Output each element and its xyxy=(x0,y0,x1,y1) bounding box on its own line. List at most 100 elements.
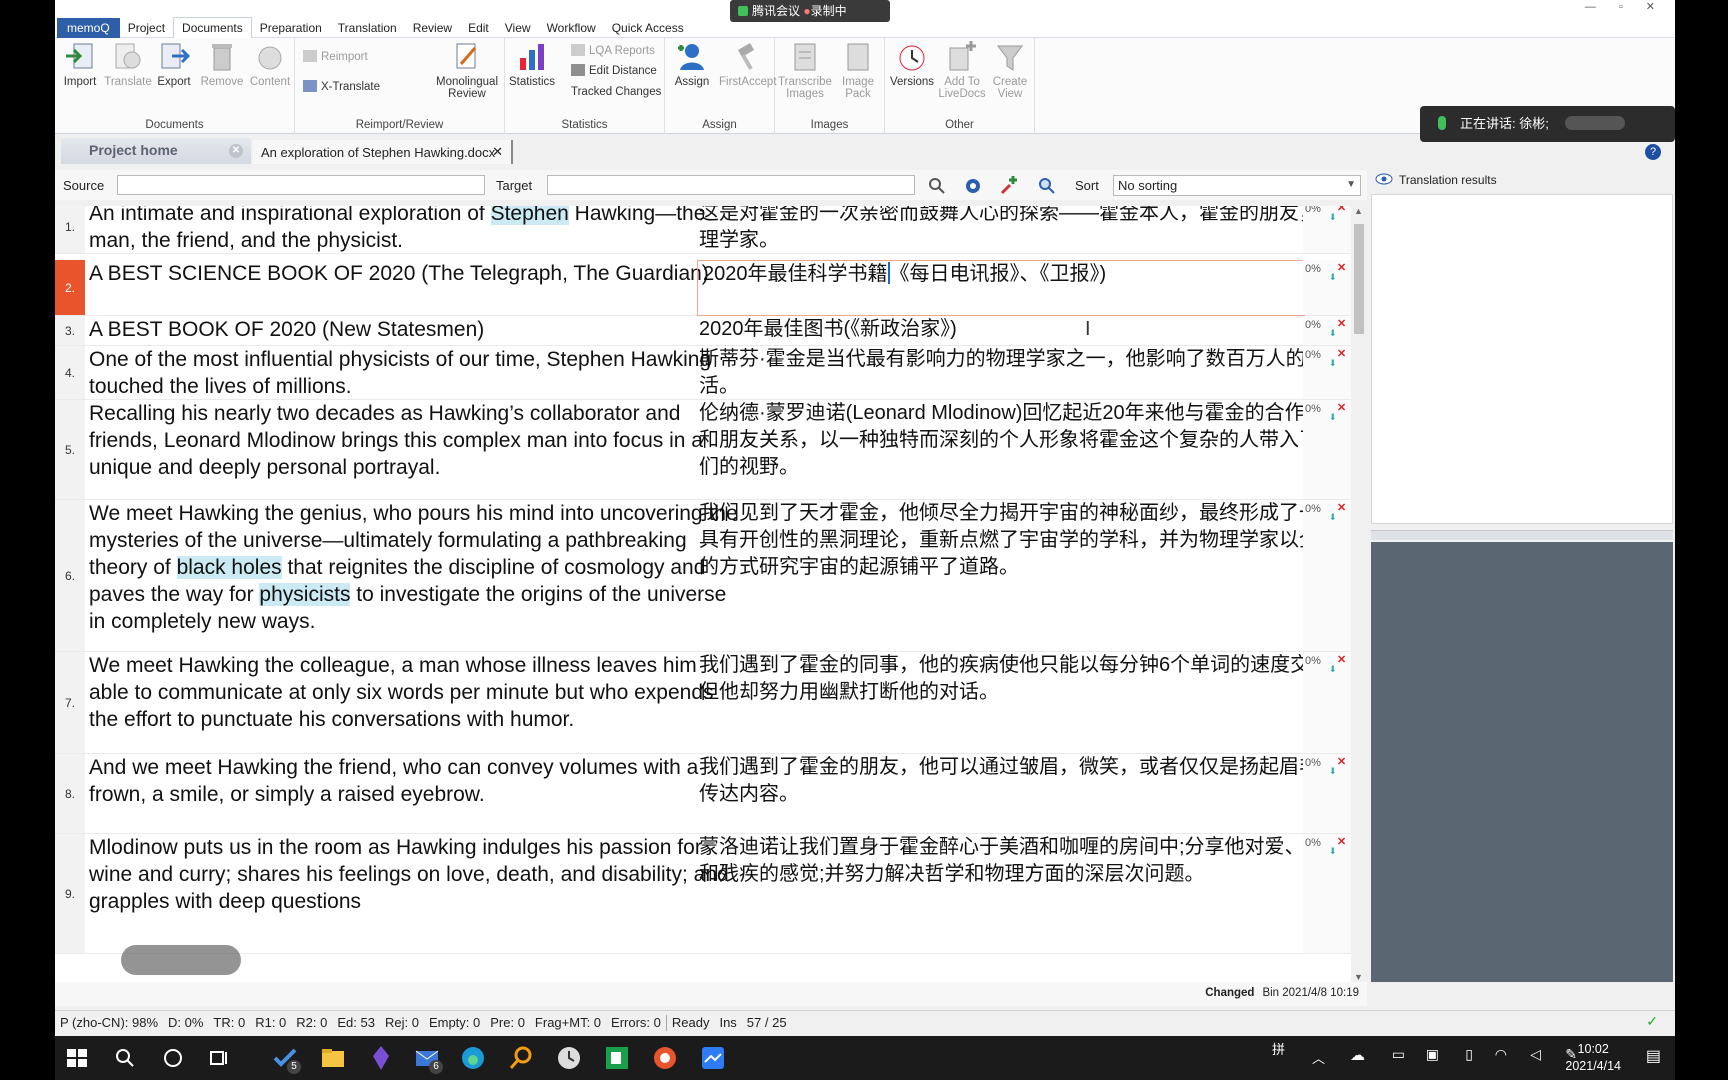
floating-toolbar[interactable] xyxy=(121,945,241,975)
gear-icon[interactable] xyxy=(963,176,983,196)
create-view-button[interactable]: Create View xyxy=(985,40,1035,100)
volume-icon[interactable]: ◁ xyxy=(1530,1046,1541,1063)
menu-edit[interactable]: Edit xyxy=(460,18,497,38)
menu-translation[interactable]: Translation xyxy=(330,18,405,38)
segment-row[interactable]: 4. One of the most influential physicists… xyxy=(55,346,1351,400)
segment-number[interactable]: 9. xyxy=(55,834,85,953)
firstaccept-button[interactable]: FirstAccept xyxy=(719,40,777,88)
notification-icon[interactable]: ▤ xyxy=(1646,1046,1661,1066)
source-text[interactable]: Recalling his nearly two decades as Hawk… xyxy=(89,400,739,481)
segment-number[interactable]: 3. xyxy=(55,316,85,345)
remove-button[interactable]: Remove xyxy=(197,40,247,88)
segment-status[interactable]: 0% ✕ ⬇ xyxy=(1303,500,1351,651)
segment-status[interactable]: 0% ✕ ⬇ xyxy=(1303,316,1351,345)
security-icon[interactable]: ▣ xyxy=(1426,1046,1439,1063)
translation-results-list[interactable] xyxy=(1371,194,1673,524)
target-editor[interactable]: 2020年最佳科学书籍 《每日电讯报》、《卫报》) xyxy=(697,260,1305,316)
menu-documents[interactable]: Documents xyxy=(173,17,252,38)
term-highlight[interactable]: black holes xyxy=(176,556,282,579)
translate-button[interactable]: Translate xyxy=(103,40,153,88)
display-icon[interactable]: ▭ xyxy=(1392,1046,1405,1063)
target-filter-input[interactable] xyxy=(547,175,915,195)
segment-row[interactable]: 8. And we meet Hawking the friend, who ca… xyxy=(55,754,1351,834)
segment-status[interactable]: 0% ✕ ⬇ xyxy=(1303,652,1351,753)
term-highlight[interactable]: physicists xyxy=(259,583,351,606)
pane-splitter[interactable] xyxy=(1371,530,1673,540)
close-icon[interactable]: ✕ xyxy=(492,144,503,160)
ime-icon[interactable]: 拼 xyxy=(1272,1039,1285,1058)
scroll-up-icon[interactable]: ▲ xyxy=(1354,206,1363,216)
memoq-taskbar-icon[interactable] xyxy=(603,1044,631,1072)
transcribe-images-button[interactable]: Transcribe Images xyxy=(777,40,833,100)
import-button[interactable]: Import xyxy=(55,40,105,88)
file-explorer-icon[interactable] xyxy=(319,1044,347,1072)
eye-icon[interactable] xyxy=(1375,173,1393,185)
record-app-icon[interactable] xyxy=(651,1044,679,1072)
clock-app-icon[interactable] xyxy=(555,1044,583,1072)
search-icon[interactable] xyxy=(111,1044,139,1072)
cloud-icon[interactable]: ☁ xyxy=(1350,1046,1365,1064)
edge-icon[interactable] xyxy=(459,1044,487,1072)
cortana-icon[interactable] xyxy=(159,1044,187,1072)
segment-row[interactable]: 7. We meet Hawking the colleague, a man w… xyxy=(55,652,1351,754)
segment-number[interactable]: 5. xyxy=(55,400,85,499)
menu-preparation[interactable]: Preparation xyxy=(252,18,330,38)
segment-row[interactable]: 1. An intimate and inspirational explorat… xyxy=(55,206,1351,254)
menu-project[interactable]: Project xyxy=(120,18,173,38)
target-text[interactable]: 伦纳德·蒙罗迪诺(Leonard Mlodinow)回忆起近20年来他与霍金的合… xyxy=(697,400,1357,481)
target-text[interactable]: 斯蒂芬·霍金是当代最有影响力的物理学家之一，他影响了数百万人的生活。 xyxy=(697,346,1357,400)
menu-view[interactable]: View xyxy=(497,18,539,38)
reimport-button[interactable]: Reimport xyxy=(303,50,368,63)
segment-row[interactable]: 6. We meet Hawking the genius, who pours … xyxy=(55,500,1351,652)
export-button[interactable]: Export xyxy=(149,40,199,88)
target-text[interactable]: 我们遇到了霍金的朋友，他可以通过皱眉，微笑，或者仅仅是扬起眉毛来传达内容。 xyxy=(697,754,1357,808)
menu-app-button[interactable]: memoQ xyxy=(57,17,120,38)
menu-quick-access[interactable]: Quick Access xyxy=(604,18,692,38)
segment-status[interactable]: 0% ✕ ⬇ xyxy=(1303,206,1351,253)
segment-number[interactable]: 2. xyxy=(55,260,85,315)
window-controls[interactable]: — ▫ ✕ xyxy=(1585,0,1665,13)
content-button[interactable]: Content xyxy=(245,40,295,88)
edit-distance-button[interactable]: Edit Distance xyxy=(571,64,657,77)
meeting-app-icon[interactable] xyxy=(699,1044,727,1072)
segment-number[interactable]: 6. xyxy=(55,500,85,651)
menu-review[interactable]: Review xyxy=(405,18,460,38)
x-translate-button[interactable]: X-Translate xyxy=(303,80,380,93)
help-icon[interactable]: ? xyxy=(1645,144,1661,160)
scroll-down-icon[interactable]: ▼ xyxy=(1354,972,1363,982)
tab-document[interactable]: An exploration of Stephen Hawking.docx ✕ xyxy=(253,140,513,164)
target-text[interactable]: 这是对霍金的一次亲密而鼓舞人心的探索——霍金本人，霍金的朋友，物理学家。 xyxy=(697,206,1357,254)
source-filter-input[interactable] xyxy=(117,175,485,195)
segment-status[interactable]: 0% ✕ ⬇ xyxy=(1303,754,1351,833)
tracked-changes-button[interactable]: Tracked Changes xyxy=(571,86,661,98)
search-tool-icon[interactable] xyxy=(507,1044,535,1072)
segment-status[interactable]: 0% ✕ ⬇ xyxy=(1303,260,1351,315)
image-pack-button[interactable]: Image Pack xyxy=(833,40,883,100)
zoom-icon[interactable] xyxy=(1037,176,1057,196)
source-text[interactable]: And we meet Hawking the friend, who can … xyxy=(89,754,739,808)
segment-row[interactable]: 5. Recalling his nearly two decades as Ha… xyxy=(55,400,1351,500)
term-highlight[interactable]: Stephen xyxy=(490,206,569,225)
chevron-up-icon[interactable]: ︿ xyxy=(1312,1048,1325,1067)
search-icon[interactable] xyxy=(927,176,947,196)
wifi-icon[interactable]: ◠ xyxy=(1495,1046,1507,1063)
segment-row[interactable]: 3. A BEST BOOK OF 2020 (New Statesmen) 202… xyxy=(55,316,1351,346)
source-text[interactable]: We meet Hawking the genius, who pours hi… xyxy=(89,500,739,635)
source-text[interactable]: We meet Hawking the colleague, a man who… xyxy=(89,652,739,733)
source-text[interactable]: Mlodinow puts us in the room as Hawking … xyxy=(89,834,739,915)
menu-workflow[interactable]: Workflow xyxy=(539,18,604,38)
segment-number[interactable]: 8. xyxy=(55,754,85,833)
source-text[interactable]: One of the most influential physicists o… xyxy=(89,346,739,400)
lqa-reports-button[interactable]: LQA Reports xyxy=(571,44,655,57)
statistics-button[interactable]: Statistics xyxy=(507,40,557,88)
assign-button[interactable]: Assign xyxy=(667,40,717,88)
pin-add-icon[interactable] xyxy=(999,176,1019,196)
sort-select[interactable]: No sorting ▼ xyxy=(1113,175,1361,196)
scroll-thumb[interactable] xyxy=(1354,224,1364,334)
segment-status[interactable]: 0% ✕ ⬇ xyxy=(1303,400,1351,499)
close-icon[interactable]: ✕ xyxy=(229,144,243,158)
target-text[interactable]: 蒙洛迪诺让我们置身于霍金醉心于美酒和咖喱的房间中;分享他对爱、死亡和残疾的感觉;… xyxy=(697,834,1357,888)
source-text[interactable]: An intimate and inspirational exploratio… xyxy=(89,206,739,254)
task-view-icon[interactable] xyxy=(205,1044,233,1072)
target-text[interactable]: 我们见到了天才霍金，他倾尽全力揭开宇宙的神秘面纱，最终形成了一个具有开创性的黑洞… xyxy=(697,500,1357,581)
